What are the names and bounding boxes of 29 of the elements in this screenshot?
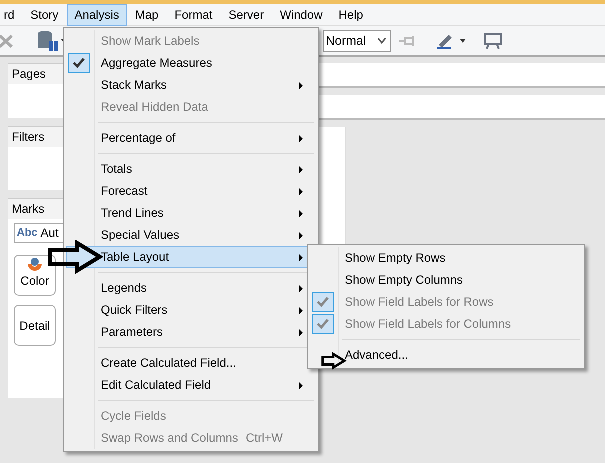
- card-title: Pages: [8, 64, 64, 84]
- menu-item[interactable]: Totals: [66, 158, 316, 180]
- menu-item[interactable]: Advanced...: [310, 344, 582, 366]
- database-icon[interactable]: [37, 30, 59, 52]
- menu-item[interactable]: Aggregate Measures: [66, 52, 316, 74]
- menu-item[interactable]: Help: [330, 4, 372, 26]
- menu-item[interactable]: Analysis: [66, 4, 128, 26]
- menu-item[interactable]: Story: [22, 4, 67, 26]
- menu-item[interactable]: Edit Calculated Field: [66, 374, 316, 396]
- presentation-icon[interactable]: [484, 32, 502, 50]
- marks-button[interactable]: Detail: [14, 305, 56, 346]
- view-select[interactable]: Normal: [323, 30, 391, 52]
- callout-arrow: [47, 240, 103, 274]
- card-title: Marks: [8, 199, 64, 219]
- marks-button[interactable]: Color: [14, 255, 56, 296]
- menu-item[interactable]: Stack Marks: [66, 74, 316, 96]
- menu-item[interactable]: Trend Lines: [66, 202, 316, 224]
- menu-item[interactable]: Percentage of: [66, 127, 316, 149]
- menu-item[interactable]: Window: [272, 4, 331, 26]
- menu-item[interactable]: Format: [166, 4, 221, 26]
- menu-item[interactable]: Forecast: [66, 180, 316, 202]
- card-title: Filters: [8, 127, 64, 147]
- menu-item[interactable]: Map: [127, 4, 167, 26]
- color-icon: [27, 258, 43, 272]
- menu-item[interactable]: Special Values: [66, 224, 316, 246]
- caret-icon[interactable]: [460, 39, 466, 43]
- menu-item[interactable]: Server: [220, 4, 272, 26]
- chevron-down-icon: [378, 38, 386, 44]
- menu-item[interactable]: rd: [0, 4, 23, 26]
